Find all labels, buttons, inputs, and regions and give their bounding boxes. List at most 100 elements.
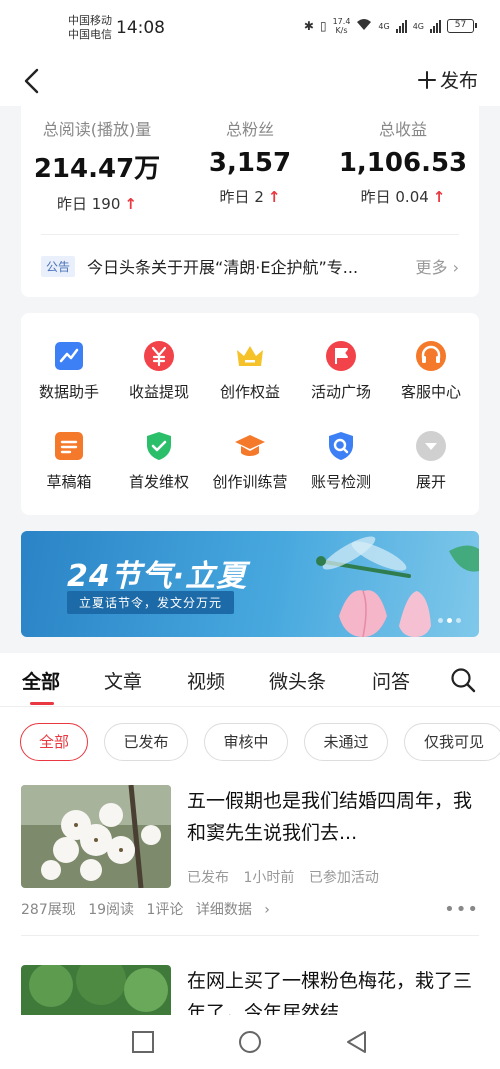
promo-banner[interactable]: 24节气·立夏 立夏话节令，发文分万元	[21, 531, 479, 637]
article-activity: 已参加活动	[308, 870, 379, 886]
plus-icon	[417, 70, 436, 89]
article-reads: 19阅读	[88, 902, 135, 918]
filter-chips: 全部 已发布 审核中 未通过 仅我可见	[20, 723, 500, 763]
tab-qa[interactable]: 问答	[372, 667, 410, 694]
stat-value: 214.47万	[33, 154, 161, 184]
article-detail-link[interactable]: 详细数据 ›	[196, 902, 278, 918]
recent-apps-icon[interactable]	[130, 1029, 156, 1055]
clock: 14:08	[116, 18, 165, 38]
system-nav-bar	[0, 1015, 500, 1069]
graduation-cap-icon	[235, 435, 265, 456]
content-tabs: 全部 文章 视频 微头条 问答	[0, 653, 500, 707]
tool-label: 草稿箱	[46, 473, 92, 491]
search-icon[interactable]	[450, 667, 476, 693]
more-label: 更多	[415, 258, 448, 277]
tab-videos[interactable]: 视频	[187, 667, 225, 694]
tool-creator-rights[interactable]: 创作权益	[204, 340, 296, 402]
filter-rejected[interactable]: 未通过	[304, 723, 388, 761]
stat-total-income[interactable]: 总收益 1,106.53 昨日 0.04 ↑	[327, 116, 479, 207]
notice-more-link[interactable]: 更多 ›	[415, 254, 459, 278]
tool-expand[interactable]: 展开	[385, 430, 477, 492]
notice-text: 今日头条关于开展“清朗·E企护航”专...	[87, 258, 359, 277]
article-stats: 287展现 19阅读 1评论 详细数据 ›	[21, 899, 286, 919]
net-speed-unit: K/s	[335, 26, 348, 35]
tab-articles[interactable]: 文章	[104, 667, 142, 694]
tool-label: 首发维权	[128, 473, 189, 491]
tool-first-publish-rights[interactable]: 首发维权	[113, 430, 205, 492]
shield-icon	[147, 432, 171, 460]
battery-icon: 57	[447, 19, 477, 33]
stat-total-reads[interactable]: 总阅读(播放)量 214.47万 昨日 190 ↑	[21, 116, 173, 214]
article-thumbnail	[21, 785, 171, 888]
carrier-1: 中国移动	[68, 14, 112, 27]
chevron-right-icon: ›	[452, 258, 459, 277]
tab-micro-posts[interactable]: 微头条	[269, 667, 326, 694]
home-icon[interactable]	[237, 1029, 263, 1055]
wifi-icon	[356, 18, 372, 34]
notice-bar[interactable]: 公告 今日头条关于开展“清朗·E企护航”专... 更多 ›	[41, 254, 459, 278]
more-options-icon[interactable]: •••	[444, 899, 479, 920]
publish-button[interactable]: 发布	[417, 66, 478, 93]
filter-published[interactable]: 已发布	[104, 723, 188, 761]
crown-icon	[237, 346, 263, 366]
stat-delta: 昨日 2 ↑	[174, 186, 326, 207]
article-time: 1小时前	[243, 870, 295, 886]
filter-private[interactable]: 仅我可见	[404, 723, 500, 761]
banner-subtitle: 立夏话节令，发文分万元	[67, 591, 235, 614]
nav-bar: 发布	[0, 56, 500, 106]
net-speed: 17.4 K/s	[333, 17, 351, 35]
content-area: 全部 文章 视频 微头条 问答 全部 已发布 审核中 未通过 仅我可见 五一假期…	[0, 653, 500, 1015]
expand-icon	[416, 431, 446, 461]
article-item[interactable]: 五一假期也是我们结婚四周年，我和窦先生说我们去... 已发布 1小时前 已参加活…	[21, 785, 479, 937]
vibrate-icon: ▯	[319, 19, 327, 33]
back-arrow-icon[interactable]	[18, 66, 48, 96]
tab-all[interactable]: 全部	[22, 667, 60, 694]
article-title: 在网上买了一棵粉色梅花，栽了三年了，今年居然结...	[187, 970, 473, 1015]
tool-data-assistant[interactable]: 数据助手	[23, 340, 115, 402]
tool-label: 创作训练营	[212, 473, 288, 491]
article-title: 五一假期也是我们结婚四周年，我和窦先生说我们去...	[187, 790, 473, 844]
yuan-icon	[144, 341, 174, 371]
tool-account-check[interactable]: 账号检测	[295, 430, 387, 492]
tool-training-camp[interactable]: 创作训练营	[204, 430, 296, 492]
carrier-2: 中国电信	[68, 28, 112, 41]
stat-label: 总收益	[378, 120, 427, 139]
divider	[21, 935, 479, 936]
publish-label: 发布	[439, 70, 478, 92]
article-comments: 1评论	[146, 902, 184, 918]
article-item[interactable]: 在网上买了一棵粉色梅花，栽了三年了，今年居然结...	[21, 965, 479, 1015]
tool-label: 活动广场	[310, 383, 371, 401]
article-status: 已发布	[187, 870, 229, 886]
article-thumbnail	[21, 965, 171, 1015]
notice-tag: 公告	[41, 255, 76, 277]
tool-label: 客服中心	[400, 383, 461, 401]
article-impressions: 287展现	[21, 902, 76, 918]
tool-income-withdraw[interactable]: 收益提现	[113, 340, 205, 402]
stat-delta-text: 昨日 190	[57, 195, 121, 213]
signal-2-icon	[430, 19, 441, 33]
banner-pagination	[438, 618, 461, 623]
tools-card: 数据助手 收益提现 创作权益 活动广场 客服中心 草稿箱 首发维权 创作训练营 …	[21, 313, 479, 515]
stats-card: 总阅读(播放)量 214.47万 昨日 190 ↑ 总粉丝 3,157 昨日 2 ↑…	[21, 106, 479, 297]
tool-label: 展开	[415, 473, 446, 491]
stat-label: 总粉丝	[225, 120, 274, 139]
back-triangle-icon[interactable]	[344, 1029, 370, 1055]
filter-reviewing[interactable]: 审核中	[204, 723, 288, 761]
stat-value: 1,106.53	[338, 148, 468, 178]
pagination-dot	[438, 618, 443, 623]
headset-icon	[416, 341, 446, 371]
stat-value: 3,157	[208, 148, 292, 178]
up-arrow-icon: ↑	[267, 188, 281, 206]
status-icons: ✱ ▯ 17.4 K/s 4G 4G 57	[304, 17, 477, 35]
stat-delta: 昨日 0.04 ↑	[327, 186, 479, 207]
tool-customer-service[interactable]: 客服中心	[385, 340, 477, 402]
detail-label: 详细数据	[195, 902, 252, 918]
chevron-right-icon: ›	[264, 902, 270, 918]
filter-all[interactable]: 全部	[20, 723, 88, 761]
tool-drafts[interactable]: 草稿箱	[23, 430, 115, 492]
stat-total-fans[interactable]: 总粉丝 3,157 昨日 2 ↑	[174, 116, 326, 207]
account-check-icon	[329, 432, 353, 460]
tool-label: 收益提现	[128, 383, 189, 401]
stat-delta: 昨日 190 ↑	[21, 193, 173, 214]
tool-activity-plaza[interactable]: 活动广场	[295, 340, 387, 402]
